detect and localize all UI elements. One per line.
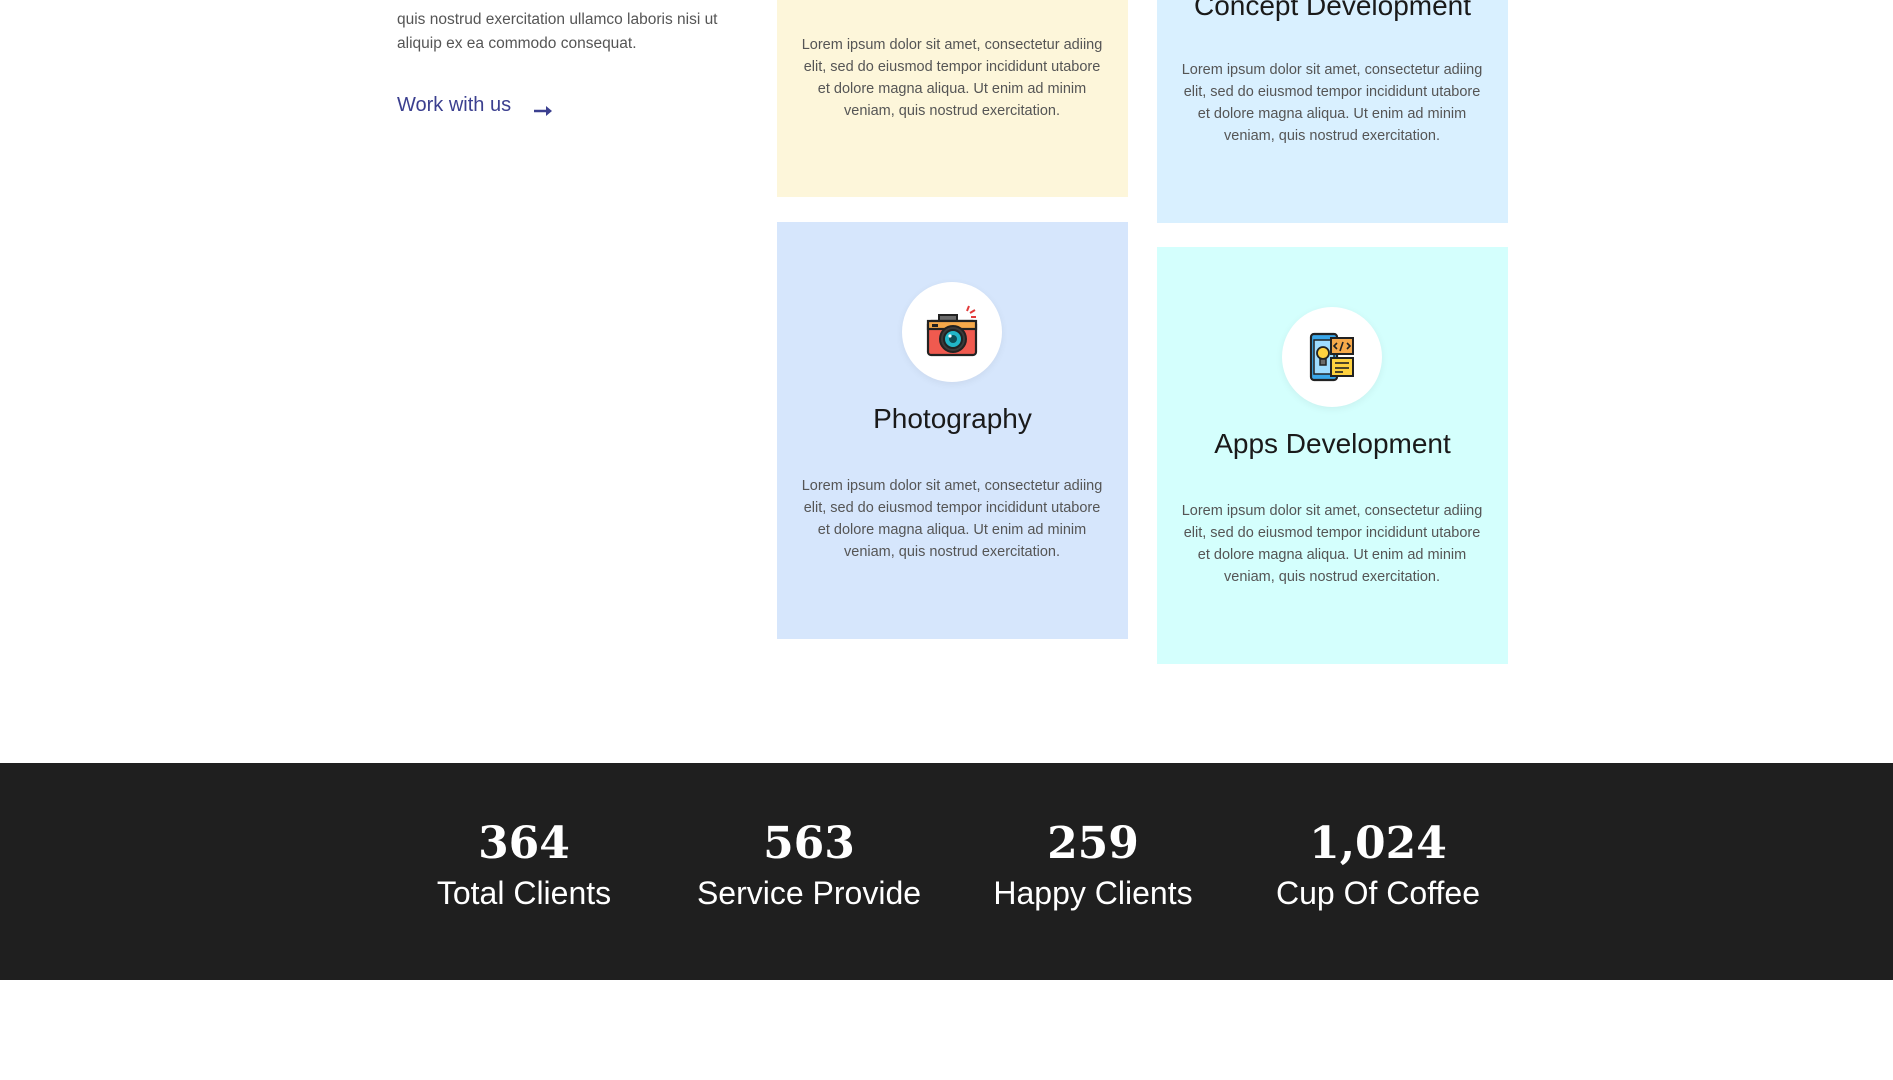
stat-label: Service Provide	[696, 875, 922, 911]
service-title: Apps Development	[1214, 428, 1451, 459]
stat-number: 563	[763, 818, 855, 869]
service-card-concept-development: Concept Development Lorem ipsum dolor si…	[1157, 0, 1508, 223]
service-description: Lorem ipsum dolor sit amet, consectetur …	[801, 37, 1103, 119]
stat-cup-of-coffee: 1,024 Cup Of Coffee	[1248, 817, 1508, 915]
service-description: Lorem ipsum dolor sit amet, consectetur …	[1181, 62, 1483, 144]
stat-number: 364	[478, 818, 570, 869]
intro-paragraph: quis nostrud exercitation ullamco labori…	[397, 11, 718, 52]
service-title: Photography	[873, 403, 1032, 434]
service-card-apps-development: Apps Development Lorem ipsum dolor sit a…	[1157, 247, 1508, 664]
stat-label: Happy Clients	[993, 875, 1193, 911]
work-with-us-label: Work with us	[397, 94, 512, 116]
service-description: Lorem ipsum dolor sit amet, consectetur …	[801, 478, 1103, 560]
stat-label: Total Clients	[436, 875, 612, 911]
stat-number: 1,024	[1309, 818, 1447, 869]
stat-label: Cup Of Coffee	[1276, 875, 1480, 911]
service-card-design: Lorem ipsum dolor sit amet, consectetur …	[777, 0, 1128, 197]
service-title: Concept Development	[1193, 0, 1472, 21]
stat-total-clients: 364 Total Clients	[394, 817, 654, 915]
arrow-right-icon	[533, 100, 553, 116]
stats-section: 364 Total Clients 563 Service Provide 25…	[0, 763, 1893, 980]
service-card-photography: Photography Lorem ipsum dolor sit amet, …	[777, 222, 1128, 639]
service-description: Lorem ipsum dolor sit amet, consectetur …	[1181, 503, 1483, 585]
stat-happy-clients: 259 Happy Clients	[963, 817, 1223, 915]
stat-service-provide: 563 Service Provide	[679, 817, 939, 915]
app-development-icon	[1282, 307, 1382, 407]
stat-number: 259	[1047, 818, 1139, 869]
work-with-us-link[interactable]: Work with us	[397, 94, 553, 117]
camera-icon	[902, 282, 1002, 382]
